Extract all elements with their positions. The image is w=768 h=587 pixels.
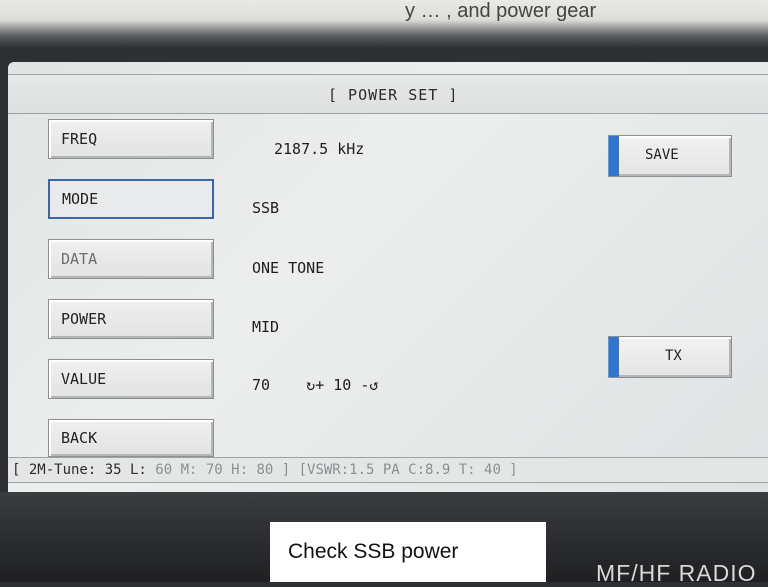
freq-button[interactable]: FREQ [48,119,214,159]
power-button[interactable]: POWER [48,299,214,339]
data-button[interactable]: DATA [48,239,214,279]
tx-label: TX [665,348,682,364]
value-button[interactable]: VALUE [48,359,214,399]
tx-button[interactable]: TX [608,336,732,378]
screen-title: [ POWER SET ] [328,86,459,104]
top-caption-fragment: y … , and power gear [405,0,597,22]
freq-value: 2187.5 kHz [274,140,365,158]
power-value: MID [252,318,280,336]
brand-label: MF/HF RADIO [596,560,757,586]
save-label: SAVE [645,147,679,163]
status-bar: [ 2M-Tune: 35 L: 60 M: 70 H: 80 ] [VSWR:… [8,457,768,483]
caption-box: Check SSB power [270,522,546,582]
radio-screen: [ POWER SET ] FREQ 2187.5 kHz MODE SSB D… [8,62,768,492]
value-value: 70 ↻+ 10 -↺ [252,376,379,394]
status-prefix: [ 2M-Tune: 35 L: [12,462,156,478]
data-value: ONE TONE [252,259,325,277]
save-button[interactable]: SAVE [608,135,732,177]
status-readout: 60 M: 70 H: 80 ] [VSWR:1.5 PA C:8.9 T: 4… [155,462,518,478]
mode-value: SSB [252,199,280,217]
back-button[interactable]: BACK [48,419,214,457]
tx-accent-bar [609,337,619,377]
mode-button[interactable]: MODE [48,179,214,219]
title-bar: [ POWER SET ] [8,74,768,114]
device-bezel-top: y … , and power gear [0,0,768,48]
save-accent-bar [609,136,619,176]
